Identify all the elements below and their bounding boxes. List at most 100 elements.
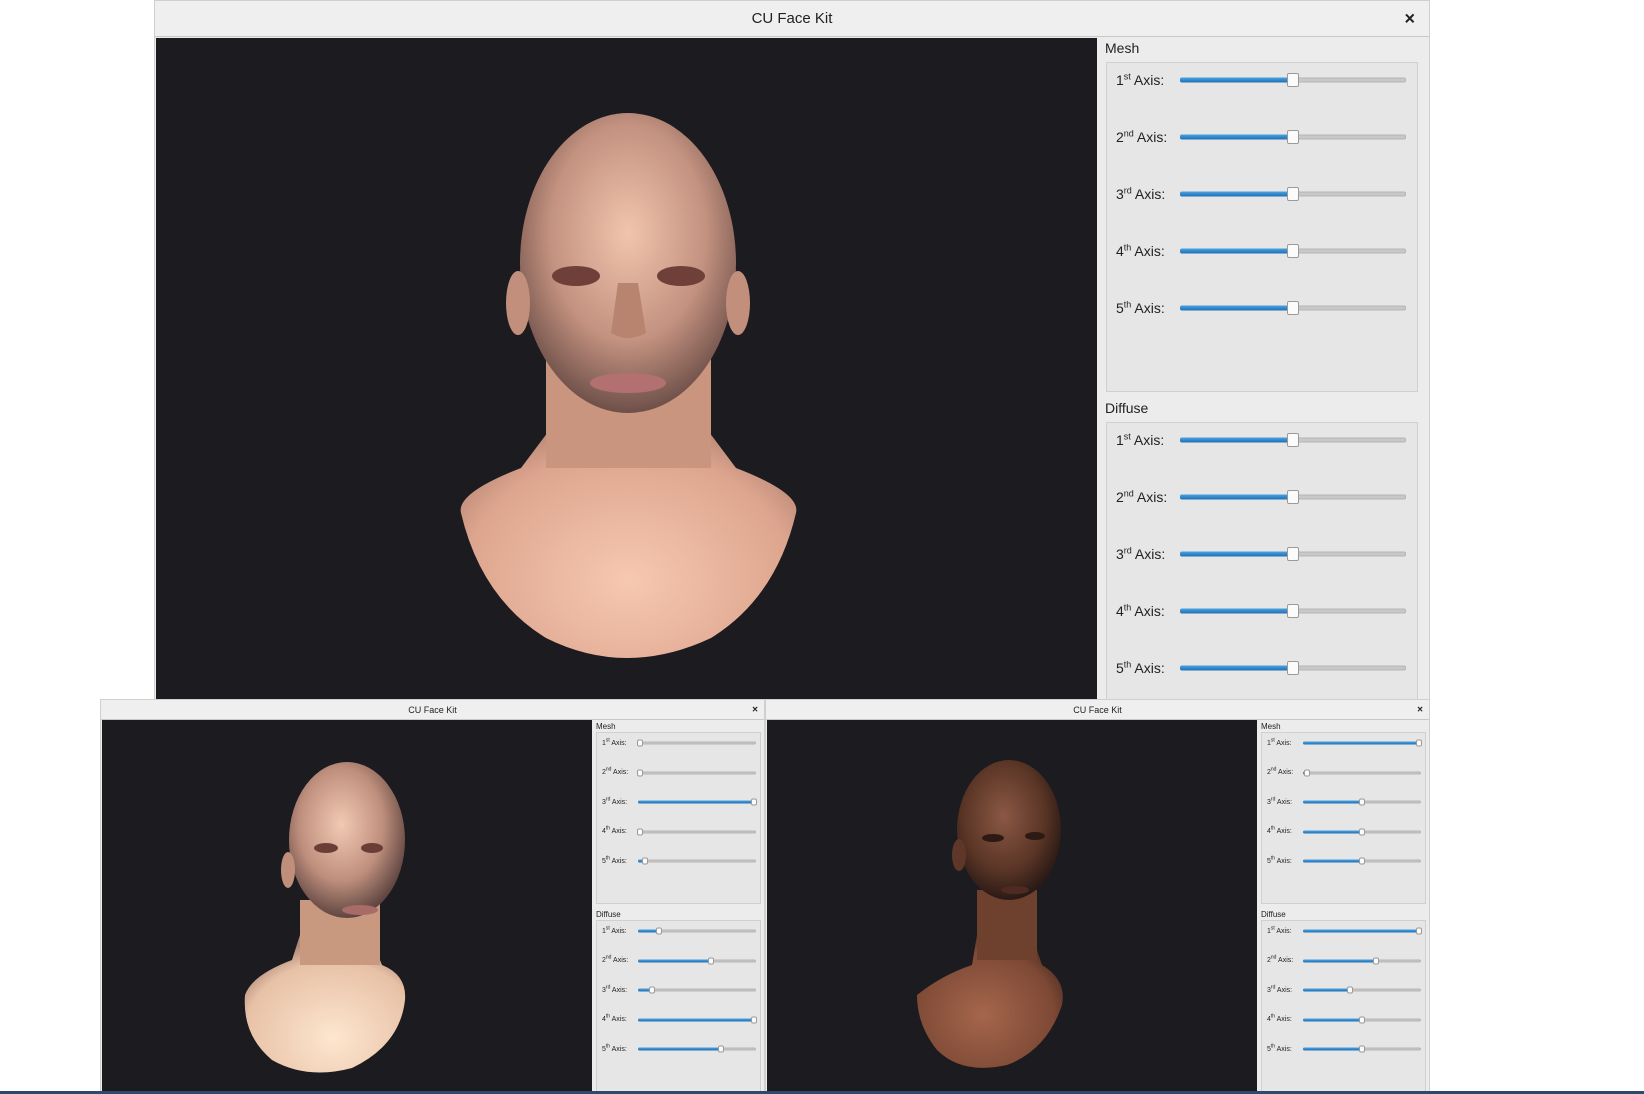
axis-slider[interactable] — [1303, 953, 1421, 969]
axis-slider[interactable] — [638, 1041, 756, 1057]
slider-groove[interactable] — [638, 771, 756, 774]
axis-slider[interactable] — [1303, 824, 1421, 840]
slider-handle[interactable] — [1373, 957, 1380, 964]
axis-slider[interactable] — [637, 735, 756, 751]
slider-handle[interactable] — [1359, 798, 1365, 806]
slider-handle[interactable] — [1287, 490, 1299, 504]
axis-slider[interactable] — [1303, 1041, 1421, 1057]
title-bar[interactable]: CU Face Kit × — [766, 700, 1429, 720]
group-title-diffuse: Diffuse — [1105, 400, 1149, 416]
axis-slider[interactable] — [637, 824, 756, 840]
axis-row: 3rd Axis: — [602, 794, 757, 810]
control-panel: Mesh 1st Axis: 2nd Axis: 3rd Axis: 4th Axis:… — [1100, 38, 1429, 699]
axis-label: 5th Axis: — [602, 855, 627, 865]
axis-label: 1st Axis: — [1267, 737, 1292, 747]
axis-label: 4th Axis: — [602, 825, 627, 835]
slider-handle[interactable] — [1287, 547, 1299, 561]
axis-slider[interactable] — [1303, 982, 1421, 998]
slider-handle[interactable] — [637, 828, 644, 835]
slider-handle[interactable] — [1287, 130, 1299, 144]
close-icon[interactable]: × — [752, 704, 758, 715]
axis-label: 3rd Axis: — [1116, 185, 1166, 202]
axis-slider[interactable] — [638, 1012, 757, 1028]
slider-handle[interactable] — [1359, 1016, 1365, 1023]
axis-slider[interactable] — [1303, 1012, 1421, 1028]
axis-slider[interactable] — [1303, 765, 1421, 781]
axis-slider[interactable] — [1180, 180, 1406, 208]
axis-label: 2nd Axis: — [602, 954, 629, 964]
render-viewport[interactable] — [767, 720, 1257, 1093]
axis-label: 2nd Axis: — [602, 766, 629, 776]
render-viewport[interactable] — [102, 720, 592, 1093]
axis-slider[interactable] — [1180, 237, 1406, 265]
close-icon[interactable]: × — [1417, 704, 1423, 715]
slider-fill — [1303, 959, 1377, 962]
slider-handle[interactable] — [1303, 769, 1310, 776]
slider-handle[interactable] — [1287, 661, 1299, 675]
slider-handle[interactable] — [1287, 187, 1299, 201]
slider-handle[interactable] — [1287, 73, 1299, 87]
axis-label: 2nd Axis: — [1116, 488, 1168, 505]
slider-groove[interactable] — [1303, 771, 1421, 774]
slider-handle[interactable] — [1287, 244, 1299, 258]
slider-handle[interactable] — [717, 1045, 724, 1053]
slider-fill — [1303, 800, 1362, 804]
slider-handle[interactable] — [1415, 739, 1422, 747]
slider-handle[interactable] — [1359, 857, 1365, 865]
slider-handle[interactable] — [649, 986, 656, 994]
slider-handle[interactable] — [1287, 604, 1299, 618]
render-viewport[interactable] — [156, 38, 1097, 699]
slider-handle[interactable] — [637, 739, 644, 747]
slider-handle[interactable] — [656, 927, 663, 935]
axis-slider[interactable] — [1303, 923, 1422, 939]
axis-slider[interactable] — [1180, 597, 1406, 625]
axis-slider[interactable] — [1180, 426, 1406, 454]
axis-slider[interactable] — [1180, 654, 1406, 682]
axis-slider[interactable] — [1180, 294, 1406, 322]
slider-groove[interactable] — [638, 859, 756, 863]
axis-row: 1st Axis: — [1116, 426, 1406, 454]
close-icon[interactable]: × — [1404, 8, 1415, 29]
title-bar[interactable]: CU Face Kit × — [155, 1, 1429, 37]
slider-handle[interactable] — [708, 957, 715, 964]
slider-fill — [638, 959, 712, 962]
axis-slider[interactable] — [1180, 483, 1406, 511]
slider-handle[interactable] — [1359, 828, 1365, 835]
slider-handle[interactable] — [637, 769, 644, 776]
axis-slider[interactable] — [637, 765, 756, 781]
slider-groove[interactable] — [638, 988, 756, 992]
axis-slider[interactable] — [638, 794, 757, 810]
slider-handle[interactable] — [1287, 433, 1299, 447]
axis-slider[interactable] — [1303, 794, 1421, 810]
axis-row: 5th Axis: — [602, 853, 756, 869]
slider-groove[interactable] — [638, 741, 756, 745]
control-panel: Mesh 1st Axis: 2nd Axis: 3rd Axis: 4th Axis:… — [1258, 720, 1429, 1093]
axis-slider[interactable] — [638, 982, 756, 998]
slider-handle[interactable] — [750, 1016, 757, 1023]
axis-label: 1st Axis: — [1116, 71, 1165, 88]
axis-label: 3rd Axis: — [1116, 545, 1166, 562]
axis-label: 1st Axis: — [1116, 431, 1165, 448]
axis-slider[interactable] — [638, 923, 756, 939]
axis-row: 5th Axis: — [602, 1041, 756, 1057]
axis-label: 2nd Axis: — [1267, 766, 1294, 776]
slider-handle[interactable] — [642, 857, 649, 865]
axis-slider[interactable] — [1180, 66, 1406, 94]
axis-slider[interactable] — [1180, 540, 1406, 568]
axis-slider[interactable] — [638, 953, 756, 969]
axis-slider[interactable] — [1303, 853, 1421, 869]
axis-slider[interactable] — [1180, 123, 1406, 151]
slider-handle[interactable] — [750, 798, 757, 806]
title-bar[interactable]: CU Face Kit × — [101, 700, 764, 720]
control-panel: Mesh 1st Axis: 2nd Axis: 3rd Axis: 4th Axis:… — [593, 720, 764, 1093]
slider-groove[interactable] — [638, 830, 756, 833]
slider-handle[interactable] — [1287, 301, 1299, 315]
slider-handle[interactable] — [1347, 986, 1354, 994]
axis-slider[interactable] — [1303, 735, 1422, 751]
window-title: CU Face Kit — [1073, 704, 1122, 715]
slider-handle[interactable] — [1359, 1045, 1365, 1053]
axis-slider[interactable] — [638, 853, 756, 869]
slider-fill — [1303, 859, 1362, 863]
slider-handle[interactable] — [1415, 927, 1422, 935]
axis-label: 4th Axis: — [1116, 602, 1165, 619]
